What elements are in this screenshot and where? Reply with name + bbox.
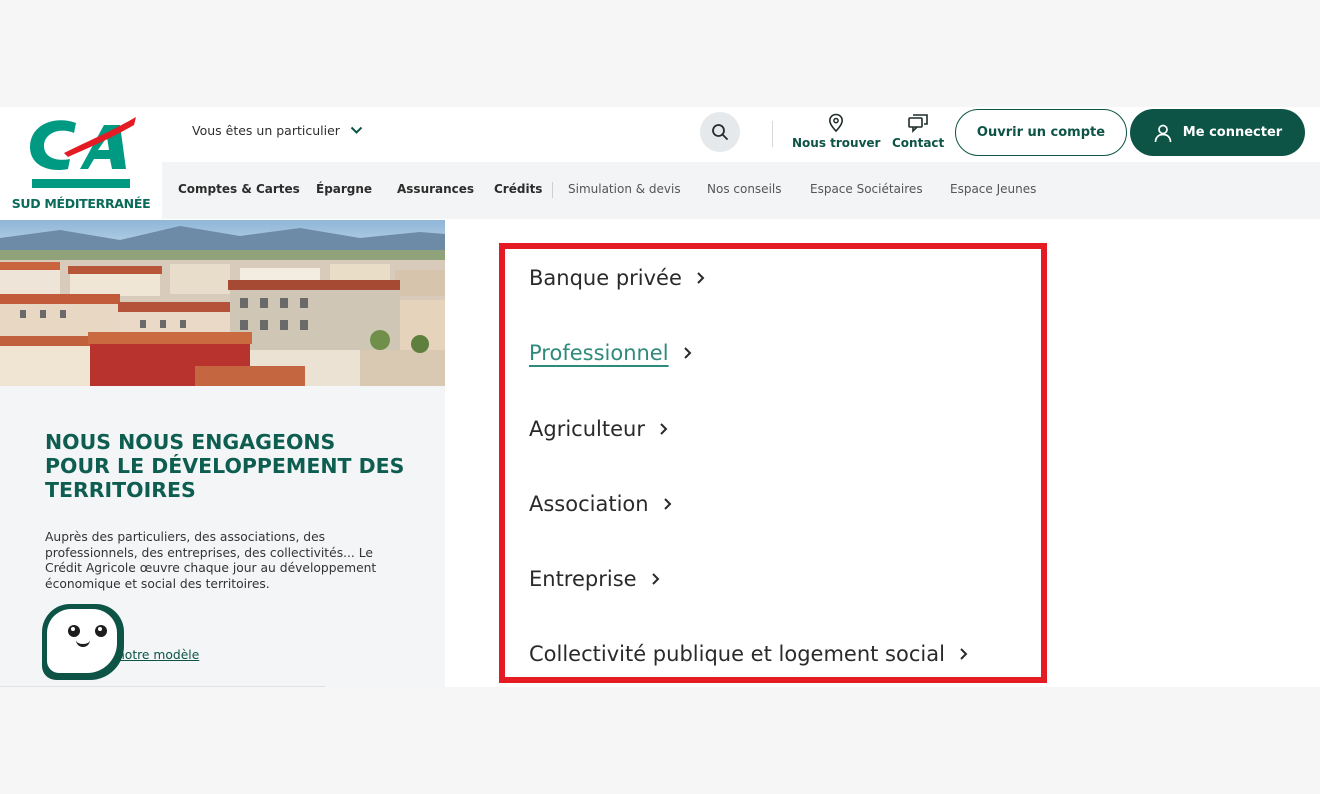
bottom-divider — [0, 686, 325, 687]
chevron-right-icon — [660, 423, 668, 435]
menu-item-banque-privee[interactable]: Banque privée — [529, 266, 706, 290]
nav-divider — [552, 182, 553, 198]
contact-link[interactable]: Contact — [892, 113, 944, 150]
menu-item-label: Banque privée — [529, 266, 682, 290]
nav-item-credits[interactable]: Crédits — [494, 182, 542, 196]
chevron-right-icon — [651, 573, 659, 585]
main-navigation: Comptes & Cartes Épargne Assurances Créd… — [162, 162, 1320, 219]
chevron-right-icon — [683, 347, 691, 359]
ca-logo-icon — [30, 117, 136, 188]
our-model-link[interactable]: notre modèle — [117, 648, 199, 662]
find-agency-label: Nous trouver — [792, 136, 881, 150]
search-icon — [712, 124, 728, 140]
menu-item-label: Entreprise — [529, 567, 637, 591]
menu-item-professionnel[interactable]: Professionnel — [529, 341, 693, 365]
profile-selector[interactable]: Vous êtes un particulier — [192, 123, 363, 138]
menu-item-association[interactable]: Association — [529, 492, 673, 516]
menu-item-label: Agriculteur — [529, 417, 645, 441]
profile-selector-label: Vous êtes un particulier — [192, 123, 340, 138]
menu-item-label: Association — [529, 492, 649, 516]
open-account-label: Ouvrir un compte — [976, 125, 1106, 140]
nav-item-assurances[interactable]: Assurances — [397, 182, 474, 196]
login-button[interactable]: Me connecter — [1130, 109, 1305, 156]
contact-label: Contact — [892, 136, 945, 150]
logo-text: SUD MÉDITERRANÉE — [11, 196, 151, 211]
hero-image — [0, 220, 445, 386]
nav-item-conseils[interactable]: Nos conseils — [707, 182, 781, 196]
menu-item-label: Professionnel — [529, 341, 669, 365]
chevron-down-icon — [350, 126, 363, 134]
mascot-eye-right — [95, 625, 107, 637]
menu-item-agriculteur[interactable]: Agriculteur — [529, 417, 669, 441]
menu-item-label: Collectivité publique et logement social — [529, 642, 945, 666]
nav-item-epargne[interactable]: Épargne — [316, 182, 372, 196]
open-account-button[interactable]: Ouvrir un compte — [955, 109, 1127, 156]
town-illustration — [0, 220, 445, 386]
topbar-divider — [772, 121, 773, 147]
nav-item-simulation[interactable]: Simulation & devis — [568, 182, 681, 196]
map-pin-icon — [829, 113, 844, 133]
chatbot-mascot-button[interactable] — [42, 604, 124, 680]
user-icon — [1154, 124, 1172, 142]
highlight-box — [499, 243, 1047, 683]
chevron-right-icon — [960, 648, 968, 660]
chevron-right-icon — [663, 498, 671, 510]
search-button[interactable] — [700, 112, 740, 152]
top-bar: Vous êtes un particulier Nous trouver Co… — [162, 107, 1320, 162]
menu-item-collectivite[interactable]: Collectivité publique et logement social — [529, 642, 969, 666]
nav-item-jeunes[interactable]: Espace Jeunes — [950, 182, 1036, 196]
hero-title: NOUS NOUS ENGAGEONS POUR LE DÉVELOPPEMEN… — [45, 430, 405, 502]
mascot-face — [47, 609, 117, 673]
nav-item-societaires[interactable]: Espace Sociétaires — [810, 182, 923, 196]
chat-icon — [908, 114, 928, 133]
login-label: Me connecter — [1182, 125, 1283, 140]
mascot-eye-left — [68, 625, 80, 637]
menu-item-entreprise[interactable]: Entreprise — [529, 567, 661, 591]
nav-item-comptes-cartes[interactable]: Comptes & Cartes — [178, 182, 300, 196]
brand-logo[interactable]: SUD MÉDITERRANÉE — [0, 107, 162, 220]
find-agency-link[interactable]: Nous trouver — [792, 113, 880, 150]
hero-description: Auprès des particuliers, des association… — [45, 530, 377, 591]
mascot-mouth — [76, 640, 90, 647]
site-container: SUD MÉDITERRANÉE Vous êtes un particulie… — [0, 107, 1320, 687]
chevron-right-icon — [697, 272, 705, 284]
